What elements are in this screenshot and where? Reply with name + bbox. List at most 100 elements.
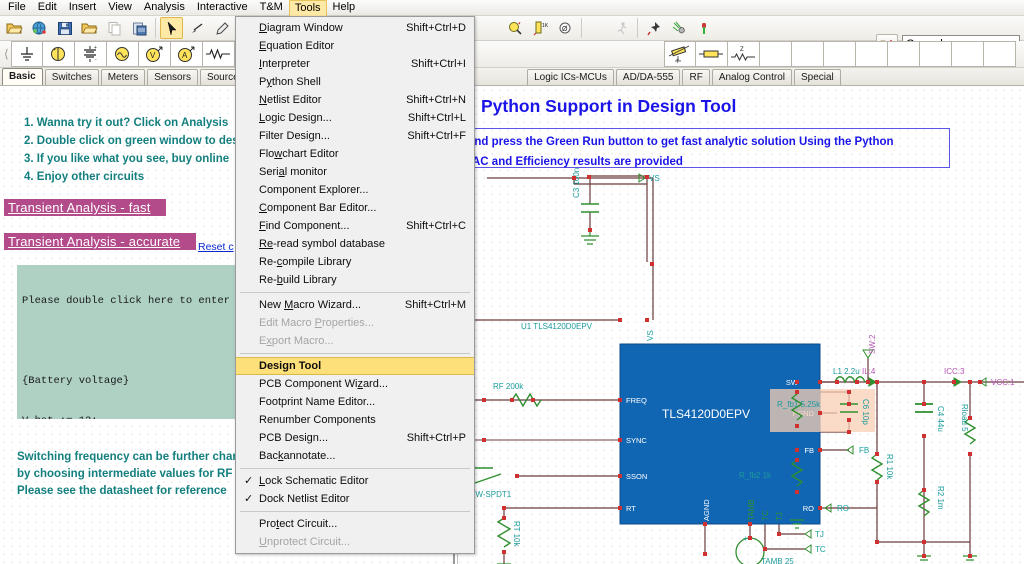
- tools-menu-item-logic-design[interactable]: Logic Design... Shift+Ctrl+L: [236, 109, 474, 127]
- tools-menu-item-find-component[interactable]: Find Component... Shift+Ctrl+C: [236, 217, 474, 235]
- web-globe-button[interactable]: [28, 17, 51, 39]
- pushpin-button[interactable]: [642, 17, 665, 39]
- tools-menu-item-pcb-component-wizard[interactable]: PCB Component Wizard...: [236, 375, 474, 393]
- probe-1k-button[interactable]: 1K: [529, 17, 552, 39]
- dc-source-button[interactable]: + -: [74, 41, 107, 67]
- net-flag-tj[interactable]: TJ: [804, 529, 824, 539]
- component-l1[interactable]: L1 2.2u: [833, 367, 866, 384]
- tools-menu-item-protect-circuit[interactable]: Protect Circuit...: [236, 515, 474, 533]
- tools-menu-item-serial-monitor[interactable]: Serial monitor: [236, 163, 474, 181]
- menu-item-edit[interactable]: Edit: [32, 0, 63, 15]
- menu-item-analysis[interactable]: Analysis: [138, 0, 191, 15]
- empty-slot-4[interactable]: [855, 41, 888, 67]
- tab-switches[interactable]: Switches: [44, 69, 99, 85]
- empty-slot-3[interactable]: [823, 41, 856, 67]
- tools-menu-item-lock-schematic-editor[interactable]: ✓ Lock Schematic Editor: [236, 472, 474, 490]
- tools-menu-item-renumber-components[interactable]: Renumber Components: [236, 411, 474, 429]
- save-button[interactable]: [53, 17, 76, 39]
- tab-special[interactable]: Special: [793, 69, 841, 85]
- empty-slot-8[interactable]: [983, 41, 1016, 67]
- fuse-button[interactable]: [695, 41, 728, 67]
- tools-menu-item-interpreter[interactable]: Interpreter Shift+Ctrl+I: [236, 55, 474, 73]
- component-label-sw-spdt1: SW-SPDT1: [470, 490, 512, 499]
- thermistor-button[interactable]: T: [663, 41, 696, 67]
- design-code-box[interactable]: Please double click here to enter des {B…: [17, 265, 237, 419]
- tools-menu-item-re-build-library[interactable]: Re-build Library: [236, 271, 474, 289]
- transient-analysis-accurate-label: Transient Analysis - accurate: [8, 234, 181, 249]
- net-flag-fb[interactable]: FB: [846, 445, 869, 455]
- tools-menu-item-equation-editor[interactable]: Equation Editor: [236, 37, 474, 55]
- empty-slot-6[interactable]: [919, 41, 952, 67]
- open-project-button[interactable]: [78, 17, 101, 39]
- tools-menu-item-python-shell[interactable]: Python Shell: [236, 73, 474, 91]
- tools-menu-item-new-macro-wizard[interactable]: New Macro Wizard... Shift+Ctrl+M: [236, 296, 474, 314]
- component-sw-spdt1[interactable]: SW-SPDT1: [469, 467, 512, 499]
- menu-item-tm[interactable]: T&M: [254, 0, 289, 15]
- pencil-button[interactable]: [210, 17, 233, 39]
- empty-slot-2[interactable]: [791, 41, 824, 67]
- tab-analog-control[interactable]: Analog Control: [711, 69, 792, 85]
- select-arrow-button[interactable]: [160, 17, 183, 39]
- ic-body-tls4120d0epv[interactable]: [619, 343, 821, 525]
- tools-menu-item-footprint-name-editor[interactable]: Footprint Name Editor...: [236, 393, 474, 411]
- menu-item-interactive[interactable]: Interactive: [191, 0, 254, 15]
- component-rload[interactable]: Rload 5: [960, 404, 977, 561]
- tab-meters[interactable]: Meters: [100, 69, 146, 85]
- wire-button[interactable]: [185, 17, 208, 39]
- tools-menu-item-diagram-window[interactable]: Diagram Window Shift+Ctrl+D: [236, 19, 474, 37]
- tab-ad-da-555[interactable]: AD/DA-555: [615, 69, 681, 85]
- net-probe-sw2[interactable]: SW:2: [862, 334, 877, 359]
- component-r2[interactable]: R2 1m: [917, 486, 945, 561]
- battery-symbol-button[interactable]: + -: [42, 41, 75, 67]
- reset-link[interactable]: Reset c: [198, 241, 234, 253]
- empty-slot-7[interactable]: [951, 41, 984, 67]
- tools-menu-item-re-compile-library[interactable]: Re-compile Library: [236, 253, 474, 271]
- ammeter-button[interactable]: A: [170, 41, 203, 67]
- impedance-z-button[interactable]: Z: [727, 41, 760, 67]
- tab-rf[interactable]: RF: [682, 69, 710, 85]
- empty-slot-1[interactable]: [759, 41, 792, 67]
- transient-analysis-fast-button[interactable]: Transient Analysis - fast: [4, 199, 166, 216]
- component-c4[interactable]: C4 44u: [915, 403, 945, 432]
- tools-menu-item-pcb-design[interactable]: PCB Design... Shift+Ctrl+P: [236, 429, 474, 447]
- component-c3[interactable]: C3 100n: [572, 168, 599, 245]
- menu-item-file[interactable]: File: [2, 0, 32, 15]
- tools-menu-item-dock-netlist-editor[interactable]: ✓ Dock Netlist Editor: [236, 490, 474, 508]
- transient-analysis-accurate-button[interactable]: Transient Analysis - accurate: [4, 233, 196, 250]
- ac-source-button[interactable]: [106, 41, 139, 67]
- tools-menu-item-flowchart-editor[interactable]: Flowchart Editor: [236, 145, 474, 163]
- antenna-button[interactable]: [667, 17, 690, 39]
- open-folder-button[interactable]: [3, 17, 26, 39]
- tab-sensors[interactable]: Sensors: [147, 69, 198, 85]
- circuit-schematic[interactable]: TLS4120D0EPV EN FREQ SYNC SSON RT SW PGN…: [457, 86, 1024, 564]
- schematic-canvas[interactable]: 1. Wanna try it out? Click on Analysis 2…: [0, 86, 1024, 564]
- tools-menu-item-component-bar-editor[interactable]: Component Bar Editor...: [236, 199, 474, 217]
- zoom-fit-button[interactable]: [504, 17, 527, 39]
- component-r1[interactable]: R1 10k: [870, 453, 894, 481]
- ground-symbol-button[interactable]: [10, 41, 43, 67]
- menu-item-view[interactable]: View: [102, 0, 138, 15]
- menu-item-insert[interactable]: Insert: [63, 0, 103, 15]
- component-rf[interactable]: RF 200k: [493, 382, 542, 408]
- copy-button[interactable]: [103, 17, 126, 39]
- ohm-probe-button[interactable]: Ø: [554, 17, 577, 39]
- empty-slot-5[interactable]: [887, 41, 920, 67]
- tools-dropdown-menu[interactable]: Diagram Window Shift+Ctrl+D Equation Edito…: [235, 16, 475, 554]
- menu-item-tools[interactable]: Tools: [288, 0, 327, 16]
- green-run-button[interactable]: [692, 17, 715, 39]
- tools-menu-item-design-tool[interactable]: Design Tool: [236, 357, 474, 375]
- palette-scroll-left-icon[interactable]: ⟨: [4, 47, 9, 61]
- net-flag-tc[interactable]: TC: [804, 544, 826, 554]
- tools-menu-item-filter-design[interactable]: Filter Design... Shift+Ctrl+F: [236, 127, 474, 145]
- component-rt[interactable]: RT 10k: [496, 517, 521, 564]
- tab-logic-ics-mcus[interactable]: Logic ICs-MCUs: [527, 69, 614, 85]
- tools-menu-item-backannotate[interactable]: Backannotate...: [236, 447, 474, 465]
- resistor-button[interactable]: [202, 41, 235, 67]
- voltmeter-button[interactable]: V: [138, 41, 171, 67]
- tab-basic[interactable]: Basic: [2, 68, 43, 85]
- menu-item-help[interactable]: Help: [327, 0, 362, 15]
- tools-menu-item-netlist-editor[interactable]: Netlist Editor Shift+Ctrl+N: [236, 91, 474, 109]
- tools-menu-item-component-explorer[interactable]: Component Explorer...: [236, 181, 474, 199]
- tools-menu-item-re-read-symbol-database[interactable]: Re-read symbol database: [236, 235, 474, 253]
- paste-button[interactable]: [128, 17, 151, 39]
